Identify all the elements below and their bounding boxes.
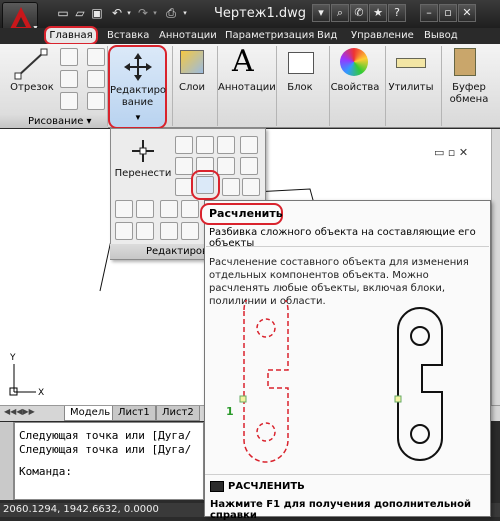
draw-order-icon[interactable]: [136, 200, 154, 218]
match-properties-icon[interactable]: [181, 200, 199, 218]
join-icon[interactable]: [160, 222, 178, 240]
array-icon[interactable]: [240, 136, 258, 154]
color-wheel-icon[interactable]: [340, 48, 368, 76]
clipboard-icon[interactable]: [454, 48, 476, 76]
layers-icon[interactable]: [180, 50, 204, 74]
minimize-icon[interactable]: –: [420, 4, 438, 22]
block-insert-icon[interactable]: [288, 52, 314, 74]
clipboard-label-2[interactable]: обмена: [442, 94, 496, 106]
save-icon[interactable]: ▣: [90, 6, 104, 20]
edit-polyline-icon[interactable]: [115, 200, 133, 218]
polyline-icon[interactable]: [60, 48, 78, 66]
logo-inner: [16, 17, 26, 27]
tab-model[interactable]: Модель: [64, 406, 117, 421]
maximize-icon[interactable]: ▫: [439, 4, 457, 22]
panel-separator: [276, 46, 277, 126]
ucs-icon: Y X: [9, 353, 44, 398]
ruler-icon[interactable]: [396, 58, 426, 68]
move-arrows-icon: [124, 53, 152, 81]
annotations-label[interactable]: Аннотации: [218, 82, 276, 94]
tab-annotate[interactable]: Аннотации: [159, 28, 217, 44]
line-tool-label[interactable]: Отрезок: [10, 82, 54, 94]
infocenter-dropdown-icon[interactable]: ▾: [312, 4, 330, 22]
tab-insert[interactable]: Вставка: [107, 28, 149, 44]
break-at-point-icon[interactable]: [181, 222, 199, 240]
copy-icon[interactable]: [175, 136, 193, 154]
plot-icon[interactable]: ⎙: [164, 6, 178, 20]
draw-panel-label[interactable]: Рисование ▾: [0, 115, 108, 128]
tab-output[interactable]: Вывод: [424, 28, 458, 44]
properties-label[interactable]: Свойства: [330, 82, 380, 94]
command-line-window[interactable]: Следующая точка или [Дуга/ Следующая точ…: [14, 422, 204, 500]
undo-dropdown-icon[interactable]: ▾: [122, 6, 136, 20]
draw-panel-text: Рисование: [28, 116, 84, 127]
chevron-down-icon: ▼: [134, 113, 142, 122]
modify-panel-button[interactable]: Редактиро вание ▼: [108, 45, 167, 129]
line-tool-icon: [14, 48, 48, 80]
search-icon[interactable]: ⌕: [331, 4, 349, 22]
viewport-controls[interactable]: ▭ ▫ ✕: [434, 146, 468, 159]
communication-icon[interactable]: ✆: [350, 4, 368, 22]
text-a-icon[interactable]: A: [232, 44, 254, 79]
tooltip-help-hint: Нажмите F1 для получения дополнительной …: [210, 499, 471, 521]
circle-icon[interactable]: [60, 70, 78, 88]
break-icon[interactable]: [136, 222, 154, 240]
mirror-icon[interactable]: [217, 157, 235, 175]
tab-parametric[interactable]: Параметризация: [225, 28, 314, 44]
coordinates-readout[interactable]: 2060.1294, 1942.6632, 0.0000: [3, 504, 159, 515]
tooltip-title: Расчленить: [200, 203, 283, 225]
command-prompt[interactable]: Команда:: [19, 465, 72, 478]
tab-layout2[interactable]: Лист2: [156, 406, 200, 421]
stretch-icon[interactable]: [175, 157, 193, 175]
fillet-icon[interactable]: [240, 157, 258, 175]
clipboard-label-1[interactable]: Буфер: [442, 82, 496, 94]
ellipse-icon[interactable]: [60, 92, 78, 110]
modify-label-2: вание: [121, 97, 154, 108]
ucs-y-label: Y: [9, 353, 16, 363]
arc-icon[interactable]: [87, 48, 105, 66]
lengthen-icon[interactable]: [160, 200, 178, 218]
ucs-x-label: X: [38, 388, 44, 398]
favorites-star-icon[interactable]: ★: [369, 4, 387, 22]
layers-label[interactable]: Слои: [172, 82, 212, 94]
rotate-icon[interactable]: [196, 136, 214, 154]
explode-illustration: 1: [226, 300, 443, 463]
qat-dropdown-icon[interactable]: ▾: [178, 6, 192, 20]
offset-icon[interactable]: [222, 178, 240, 196]
tab-view[interactable]: Вид: [317, 28, 337, 44]
tooltip-divider: [206, 246, 489, 247]
command-history-line: Следующая точка или [Дуга/: [19, 429, 192, 442]
explode-highlight: [191, 170, 220, 200]
document-title: Чертеж1.dwg: [214, 6, 306, 21]
rectangle-icon[interactable]: [87, 70, 105, 88]
hatch-icon[interactable]: [87, 92, 105, 110]
new-file-icon[interactable]: ▭: [56, 6, 70, 20]
tab-manage[interactable]: Управление: [351, 28, 414, 44]
tab-nav-arrows-icon[interactable]: ◀◀◀▶▶: [4, 407, 35, 416]
hatch-edit-icon[interactable]: [242, 178, 260, 196]
block-label[interactable]: Блок: [280, 82, 320, 94]
vertical-scrollbar[interactable]: [491, 129, 500, 405]
open-file-icon[interactable]: ▱: [73, 6, 87, 20]
move-icon[interactable]: [130, 138, 156, 164]
tab-layout1[interactable]: Лист1: [112, 406, 156, 421]
align-icon[interactable]: [115, 222, 133, 240]
modify-panel-label[interactable]: Редактирова: [110, 244, 206, 259]
tab-home[interactable]: Главная: [44, 26, 98, 45]
tooltip-command-name: РАСЧЛЕНИТЬ: [228, 481, 305, 492]
redo-dropdown-icon[interactable]: ▾: [148, 6, 162, 20]
command-line-grip[interactable]: [0, 422, 14, 500]
callout-number: 1: [226, 405, 234, 418]
move-label[interactable]: Перенести: [112, 168, 174, 180]
utilities-label[interactable]: Утилиты: [386, 82, 436, 94]
modify-label-1: Редактиро: [110, 85, 167, 96]
close-icon[interactable]: ✕: [458, 4, 476, 22]
command-icon: [210, 481, 224, 492]
trim-icon[interactable]: [217, 136, 235, 154]
command-history-line: Следующая точка или [Дуга/: [19, 443, 192, 456]
help-icon[interactable]: ?: [388, 4, 406, 22]
